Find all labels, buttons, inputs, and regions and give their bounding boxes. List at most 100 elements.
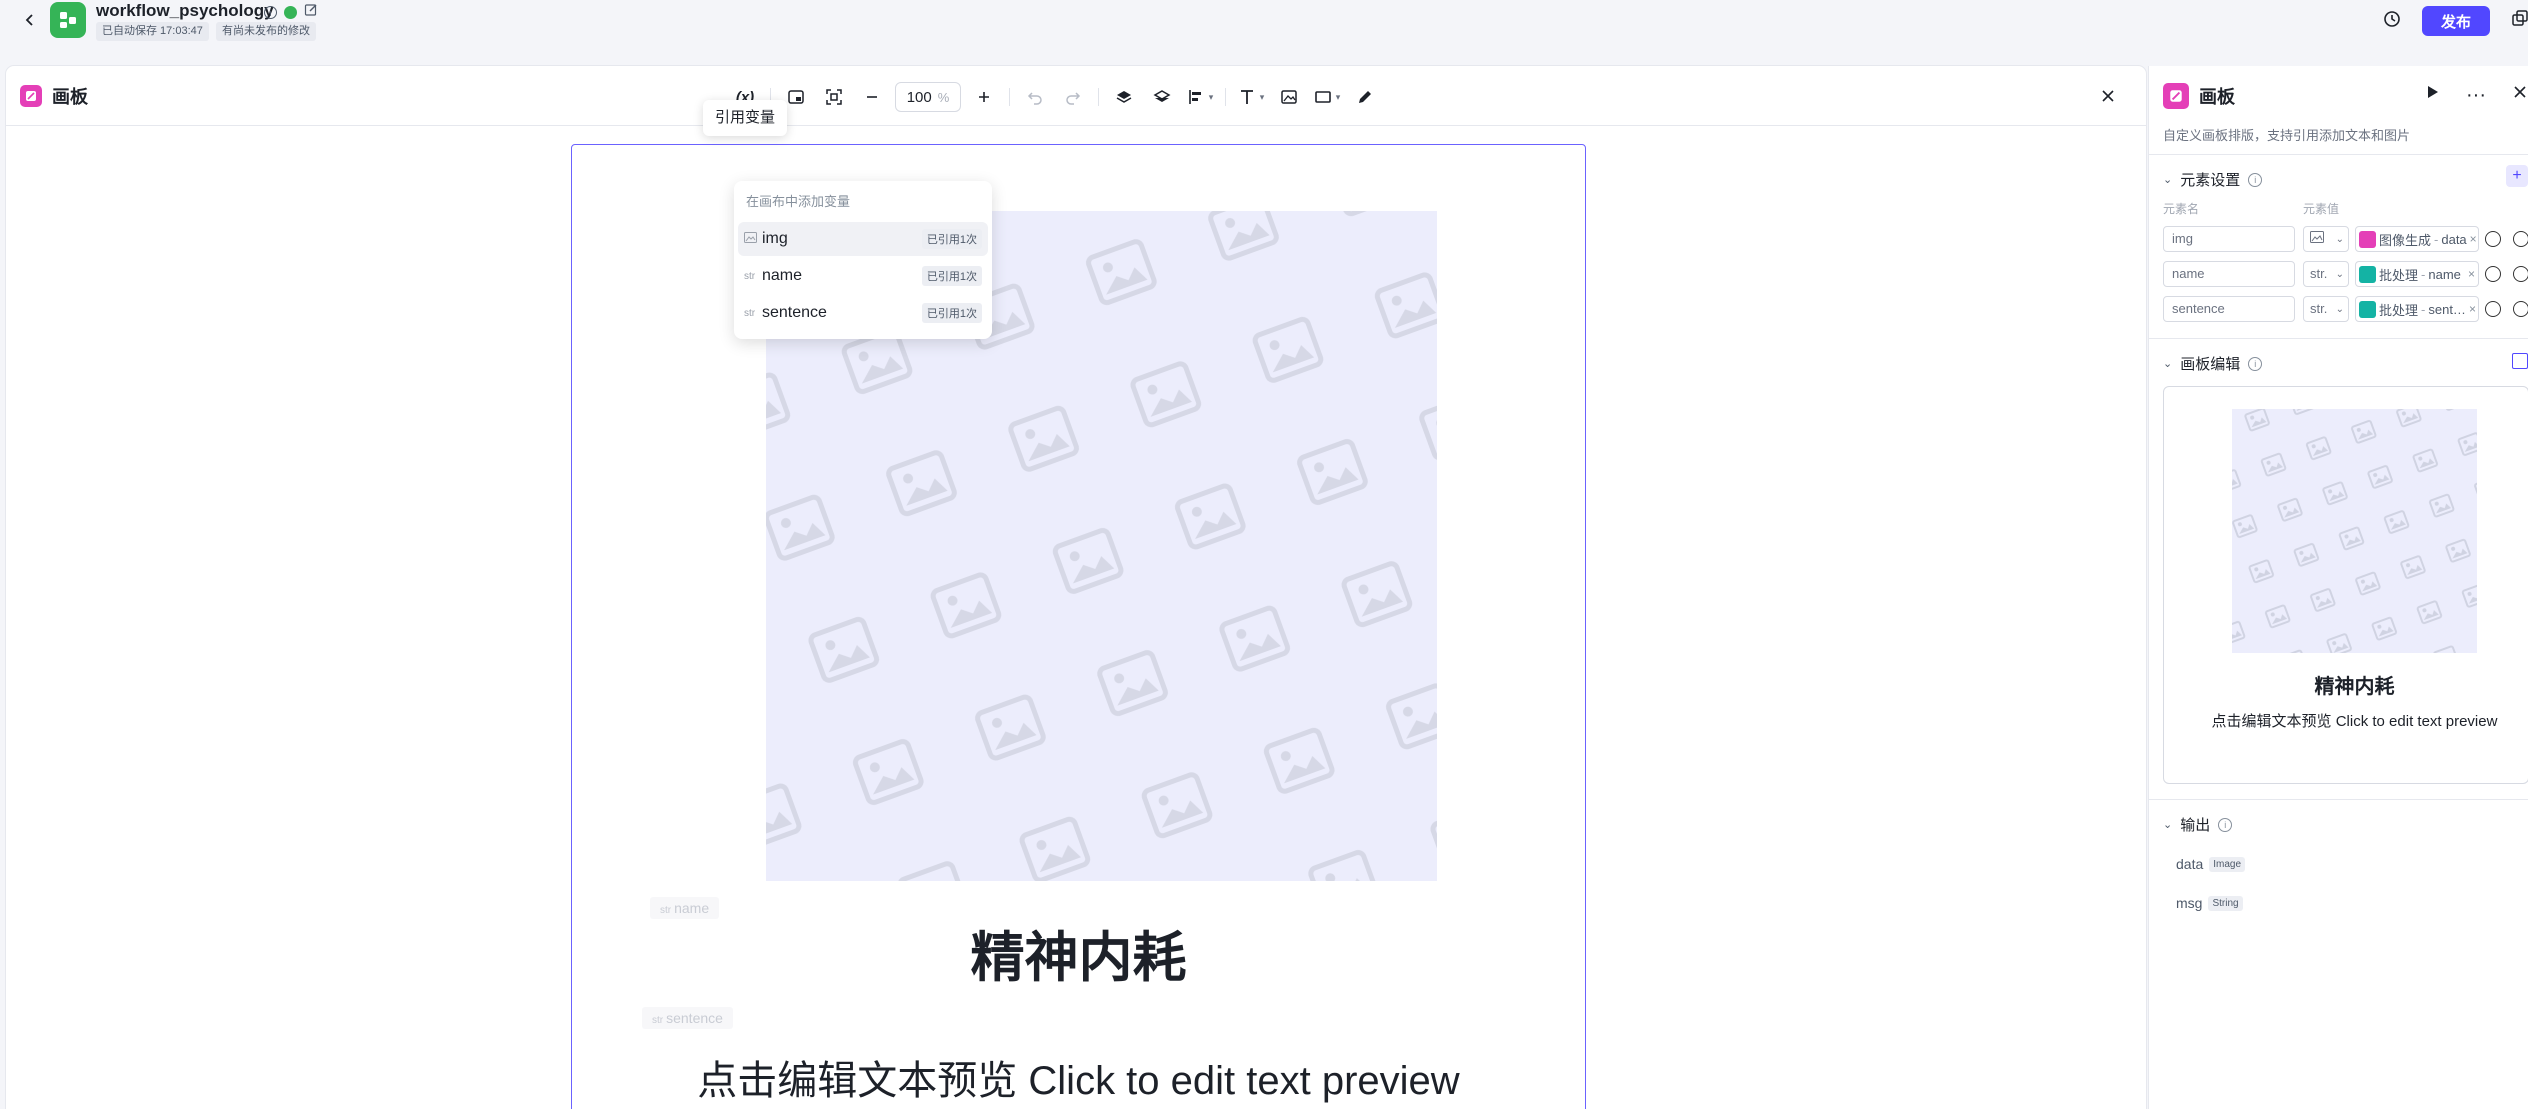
zoom-input[interactable]: 100 % [895, 82, 961, 112]
info-icon[interactable]: i [2218, 817, 2233, 832]
canvas-title-text[interactable]: 精神内耗 [572, 913, 1585, 992]
reference-count-badge: 已引用1次 [921, 266, 982, 286]
canvas-edit-header[interactable]: ⌄ 画板编辑 i [2163, 353, 2263, 374]
close-panel-icon[interactable] [2098, 86, 2118, 106]
canvas-node-icon [2163, 83, 2189, 109]
redo-icon[interactable] [1054, 82, 1092, 112]
panel-title: 画板 [52, 87, 88, 107]
element-type-select[interactable]: str. ⌄ [2303, 296, 2349, 322]
settings-circle-icon[interactable] [2485, 301, 2501, 317]
info-icon[interactable]: i [2248, 356, 2263, 371]
canvas-frame[interactable]: str name 精神内耗 str sentence 点击编辑文本预览 Click … [571, 144, 1586, 1109]
run-icon[interactable] [2426, 84, 2440, 105]
info-icon[interactable]: i [2248, 172, 2263, 187]
node-description: 自定义画板排版，支持引用添加文本和图片 [2163, 128, 2411, 143]
zoom-out-icon[interactable] [853, 82, 891, 112]
add-element-button[interactable]: + [2506, 165, 2528, 187]
send-backward-icon[interactable] [1143, 82, 1181, 112]
output-type-tag: String [2208, 895, 2243, 911]
published-status-icon [284, 6, 297, 19]
element-value-ref[interactable]: 批处理 - name × [2355, 261, 2479, 287]
expand-icon[interactable] [2512, 353, 2528, 369]
element-name-input[interactable]: img [2163, 226, 2295, 252]
more-icon[interactable]: ··· [2466, 85, 2486, 105]
text-tool-icon[interactable]: ▾ [1232, 82, 1270, 112]
chevron-down-icon: ⌄ [2335, 234, 2344, 245]
element-value-ref[interactable]: 图像生成 - data × [2355, 226, 2479, 252]
settings-circle-icon[interactable] [2485, 231, 2501, 247]
variable-item-sentence[interactable]: str sentence 已引用1次 [738, 296, 988, 330]
copy-icon[interactable] [2510, 9, 2528, 34]
output-header[interactable]: ⌄ 输出 i [2163, 814, 2233, 835]
variable-item-img[interactable]: img 已引用1次 [738, 222, 988, 256]
align-icon[interactable]: ▾ [1181, 82, 1219, 112]
source-field: sent… [2428, 301, 2466, 317]
info-icon[interactable]: i [264, 6, 277, 19]
element-name-input[interactable]: sentence [2163, 296, 2295, 322]
element-row: img ⌄ 图像生成 - data × [2163, 226, 2528, 252]
reference-count-badge: 已引用1次 [921, 229, 982, 249]
panel-header: 画板 (x) 100 % ▾ ▾ ▾ [6, 66, 2146, 126]
autosave-tag: 已自动保存 17:03:47 [96, 22, 209, 41]
column-header-name: 元素名 [2163, 202, 2200, 216]
string-type-label: str [744, 307, 756, 319]
app-title: workflow_psychology [96, 1, 274, 20]
fit-selection-icon[interactable] [815, 82, 853, 112]
image-tool-icon[interactable] [1270, 82, 1308, 112]
string-type-label: str [744, 270, 756, 282]
shape-tool-icon[interactable]: ▾ [1308, 82, 1346, 112]
section-title: 输出 [2180, 817, 2211, 834]
clear-icon[interactable]: × [2469, 302, 2476, 316]
variable-item-name[interactable]: str name 已引用1次 [738, 259, 988, 293]
canvas-body-text[interactable]: 点击编辑文本预览 Click to edit text preview [572, 1048, 1585, 1106]
canvas-node-icon [20, 85, 42, 107]
chevron-down-icon: ⌄ [2163, 174, 2173, 186]
variable-label: name [762, 267, 803, 284]
back-chevron-icon[interactable] [18, 8, 42, 32]
canvas-preview[interactable]: 精神内耗 点击编辑文本预览 Click to edit text preview [2163, 386, 2528, 784]
section-title: 画板编辑 [2180, 356, 2241, 373]
undo-icon[interactable] [1016, 82, 1054, 112]
chevron-down-icon: ⌄ [2163, 819, 2173, 831]
clear-icon[interactable]: × [2470, 232, 2477, 246]
variable-label: sentence [762, 304, 827, 321]
sentence-placeholder-label: sentence [666, 1010, 723, 1026]
sentence-text-placeholder[interactable]: str sentence [642, 1007, 733, 1029]
remove-element-icon[interactable] [2513, 266, 2528, 282]
history-icon[interactable] [2382, 9, 2402, 34]
type-label: str. [2310, 266, 2328, 281]
output-type-tag: Image [2209, 856, 2246, 872]
reference-count-badge: 已引用1次 [921, 303, 982, 323]
remove-element-icon[interactable] [2513, 231, 2528, 247]
pencil-tool-icon[interactable] [1346, 82, 1384, 112]
publish-button[interactable]: 发布 [2422, 6, 2490, 36]
chevron-down-icon: ⌄ [2335, 304, 2344, 315]
remove-element-icon[interactable] [2513, 301, 2528, 317]
section-title: 元素设置 [2180, 172, 2241, 189]
output-item: msg String [2176, 895, 2243, 911]
element-name-input[interactable]: name [2163, 261, 2295, 287]
element-settings-header[interactable]: ⌄ 元素设置 i [2163, 169, 2263, 190]
variable-label: img [762, 230, 788, 247]
element-row: sentence str. ⌄ 批处理 - sent… × [2163, 296, 2528, 322]
zoom-in-icon[interactable] [965, 82, 1003, 112]
preview-image-placeholder [2232, 409, 2477, 653]
batch-process-icon [2359, 265, 2376, 283]
settings-circle-icon[interactable] [2485, 266, 2501, 282]
element-type-select[interactable]: ⌄ [2303, 226, 2349, 252]
output-name: msg [2176, 895, 2203, 911]
source-field: data [2441, 231, 2467, 247]
chevron-down-icon: ⌄ [2163, 358, 2173, 370]
element-value-ref[interactable]: 批处理 - sent… × [2355, 296, 2479, 322]
element-type-select[interactable]: str. ⌄ [2303, 261, 2349, 287]
clear-icon[interactable]: × [2468, 267, 2475, 281]
edit-icon[interactable] [304, 3, 318, 22]
node-title[interactable]: 画板 [2199, 83, 2235, 109]
close-icon[interactable] [2512, 84, 2528, 105]
image-type-icon [744, 232, 758, 246]
bring-forward-icon[interactable] [1105, 82, 1143, 112]
variable-dropdown: 在画布中添加变量 img 已引用1次 str name 已引用1次 str se… [734, 181, 992, 339]
element-row: name str. ⌄ 批处理 - name × [2163, 261, 2528, 287]
preview-title: 精神内耗 [2314, 676, 2395, 698]
top-bar: workflow_psychology i 已自动保存 17:03:47 有尚未… [0, 0, 2528, 56]
